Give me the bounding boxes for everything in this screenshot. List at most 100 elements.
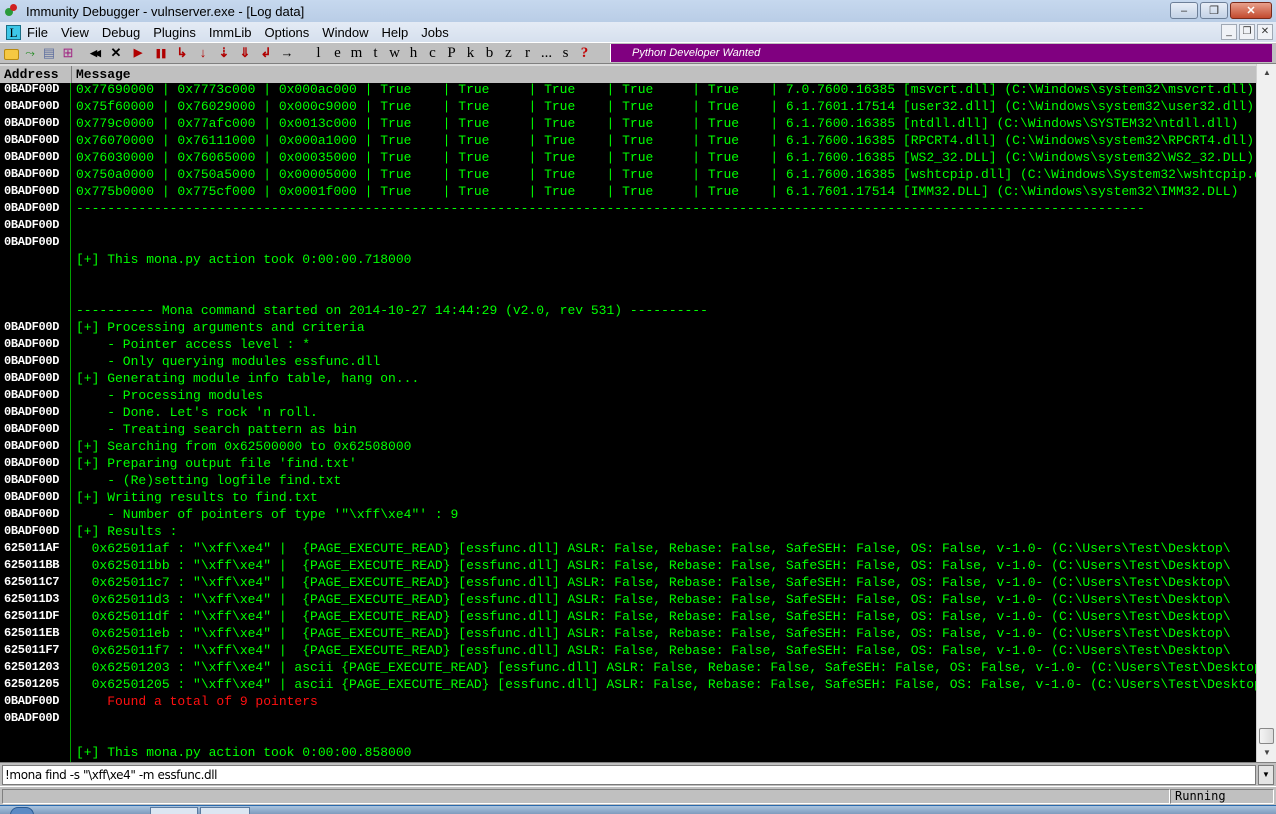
log-row[interactable]: 0BADF00D [+] Generating module info table… (0, 370, 1256, 387)
modules-icon[interactable]: ⊞ (60, 45, 76, 61)
log-row[interactable]: 0BADF00D [+] Processing arguments and cri… (0, 319, 1256, 336)
log-row[interactable]: 0BADF00D 0x779c0000 | 0x77afc000 | 0x0013… (0, 115, 1256, 132)
log-row-message: 0x625011af : "\xff\xe4" | {PAGE_EXECUTE_… (76, 541, 1231, 556)
run-trace-button[interactable]: r (518, 45, 537, 62)
log-row[interactable]: 0BADF00D (0, 217, 1256, 234)
log-row[interactable]: 0BADF00D [+] Searching from 0x62500000 to… (0, 438, 1256, 455)
close-button[interactable]: ✕ (1230, 2, 1272, 19)
log-window-logo-icon[interactable]: L (6, 24, 21, 40)
minimize-button[interactable]: – (1170, 2, 1198, 19)
call-stack-button[interactable]: k (461, 45, 480, 62)
log-row[interactable]: 0BADF00D 0x76030000 | 0x76065000 | 0x0003… (0, 149, 1256, 166)
log-row[interactable]: 62501205 0x62501205 : "\xff\xe4" | ascii… (0, 676, 1256, 693)
menu-immlib[interactable]: ImmLib (209, 25, 252, 40)
run-icon[interactable]: ▶ (130, 45, 146, 61)
log-row[interactable]: 0BADF00D - Number of pointers of type '"… (0, 506, 1256, 523)
log-row[interactable]: ---------- Mona command started on 2014-… (0, 302, 1256, 319)
log-row[interactable]: 0BADF00D [+] Writing results to find.txt (0, 489, 1256, 506)
log-row[interactable]: 0BADF00D - (Re)setting logfile find.txt (0, 472, 1256, 489)
step-into-icon[interactable]: ↳ (174, 45, 190, 61)
log-row[interactable]: 0BADF00D --------------------------------… (0, 200, 1256, 217)
scroll-down-icon[interactable]: ▼ (1260, 746, 1274, 760)
log-row[interactable]: 0BADF00D Found a total of 9 pointers (0, 693, 1256, 710)
log-row[interactable]: 625011AF 0x625011af : "\xff\xe4" | {PAGE… (0, 540, 1256, 557)
menu-jobs[interactable]: Jobs (421, 25, 448, 40)
column-address[interactable]: Address (0, 66, 72, 83)
log-row[interactable]: 0BADF00D (0, 710, 1256, 727)
start-button[interactable] (10, 807, 34, 814)
log-row[interactable]: 0BADF00D 0x77690000 | 0x7773c000 | 0x000a… (0, 83, 1256, 98)
step-over-icon[interactable]: ↓ (195, 45, 211, 61)
menu-debug[interactable]: Debug (102, 25, 140, 40)
source-button[interactable]: ... (537, 45, 556, 62)
windows-button[interactable]: w (385, 45, 404, 62)
child-restore-button[interactable]: ❐ (1239, 24, 1255, 40)
trace-into-icon[interactable]: ⇣ (216, 45, 232, 61)
scroll-thumb[interactable] (1259, 728, 1274, 744)
log-row[interactable] (0, 727, 1256, 744)
log-row[interactable]: [+] This mona.py action took 0:00:00.718… (0, 251, 1256, 268)
log-row[interactable]: 0BADF00D - Done. Let's rock 'n roll. (0, 404, 1256, 421)
log-row[interactable]: 0BADF00D - Pointer access level : * (0, 336, 1256, 353)
scroll-up-icon[interactable]: ▲ (1260, 66, 1274, 80)
memory-map-button[interactable]: m (347, 45, 366, 62)
open-icon[interactable] (3, 45, 19, 61)
execute-till-return-icon[interactable]: ↲ (258, 45, 274, 61)
executable-modules-button[interactable]: e (328, 45, 347, 62)
menu-file[interactable]: File (27, 25, 48, 40)
log-row[interactable]: 625011C7 0x625011c7 : "\xff\xe4" | {PAGE… (0, 574, 1256, 591)
menu-window[interactable]: Window (322, 25, 368, 40)
log-scrollbar[interactable]: ▲ ▼ (1256, 64, 1276, 762)
taskbar-app-button[interactable] (200, 807, 250, 814)
child-minimize-button[interactable]: _ (1221, 24, 1237, 40)
log-row[interactable]: 0BADF00D - Processing modules (0, 387, 1256, 404)
hardware-breakpoints-button[interactable]: z (499, 45, 518, 62)
attach-icon[interactable]: ⤳ (22, 45, 38, 61)
restore-button[interactable]: ❐ (1200, 2, 1228, 19)
handles-button[interactable]: h (404, 45, 423, 62)
log-row[interactable]: 625011F7 0x625011f7 : "\xff\xe4" | {PAGE… (0, 642, 1256, 659)
breakpoints-button[interactable]: b (480, 45, 499, 62)
log-window-icon[interactable]: ▤ (41, 45, 57, 61)
log-row[interactable]: 0BADF00D [+] Results : (0, 523, 1256, 540)
log-row[interactable]: 62501203 0x62501203 : "\xff\xe4" | ascii… (0, 659, 1256, 676)
child-window-controls: _ ❐ ✕ (1221, 24, 1273, 40)
log-row[interactable]: 625011EB 0x625011eb : "\xff\xe4" | {PAGE… (0, 625, 1256, 642)
log-row[interactable]: 0BADF00D 0x75f60000 | 0x76029000 | 0x000c… (0, 98, 1256, 115)
menu-help[interactable]: Help (382, 25, 409, 40)
log-row[interactable]: 0BADF00D (0, 234, 1256, 251)
log-row[interactable]: [+] This mona.py action took 0:00:00.858… (0, 744, 1256, 761)
log-row[interactable]: 0BADF00D 0x76070000 | 0x76111000 | 0x000a… (0, 132, 1256, 149)
go-to-icon[interactable]: → (279, 45, 295, 61)
log-row[interactable]: 0BADF00D - Only querying modules essfunc… (0, 353, 1256, 370)
log-row[interactable] (0, 268, 1256, 285)
command-input[interactable]: !mona find -s "\xff\xe4" -m essfunc.dll (2, 765, 1256, 785)
trace-over-icon[interactable]: ⇓ (237, 45, 253, 61)
status-bar: Running (0, 786, 1276, 805)
taskbar-app-button[interactable] (150, 807, 198, 814)
child-close-button[interactable]: ✕ (1257, 24, 1273, 40)
patches-button[interactable]: P (442, 45, 461, 62)
column-message[interactable]: Message (72, 66, 131, 83)
help-button[interactable]: ? (575, 45, 594, 62)
log-row[interactable]: 0BADF00D [+] Preparing output file 'find.… (0, 455, 1256, 472)
log-row[interactable]: 0BADF00D 0x750a0000 | 0x750a5000 | 0x0000… (0, 166, 1256, 183)
log-row[interactable]: 625011BB 0x625011bb : "\xff\xe4" | {PAGE… (0, 557, 1256, 574)
menu-options[interactable]: Options (264, 25, 309, 40)
log-row[interactable]: 625011D3 0x625011d3 : "\xff\xe4" | {PAGE… (0, 591, 1256, 608)
close-icon[interactable]: ✕ (108, 45, 124, 61)
command-history-dropdown-icon[interactable]: ▼ (1258, 765, 1274, 785)
log-row[interactable]: 625011DF 0x625011df : "\xff\xe4" | {PAGE… (0, 608, 1256, 625)
log-window-button[interactable]: l (309, 45, 328, 62)
python-developer-banner[interactable]: Python Developer Wanted (610, 44, 1272, 62)
source-files-button[interactable]: s (556, 45, 575, 62)
log-row[interactable]: 0BADF00D - Treating search pattern as bi… (0, 421, 1256, 438)
pause-icon[interactable]: ❚❚ (152, 45, 168, 61)
log-row[interactable]: 0BADF00D 0x775b0000 | 0x775cf000 | 0x0001… (0, 183, 1256, 200)
restart-icon[interactable]: ◀◀ (86, 45, 102, 61)
log-row[interactable] (0, 285, 1256, 302)
threads-button[interactable]: t (366, 45, 385, 62)
menu-view[interactable]: View (61, 25, 89, 40)
menu-plugins[interactable]: Plugins (153, 25, 196, 40)
cpu-button[interactable]: c (423, 45, 442, 62)
